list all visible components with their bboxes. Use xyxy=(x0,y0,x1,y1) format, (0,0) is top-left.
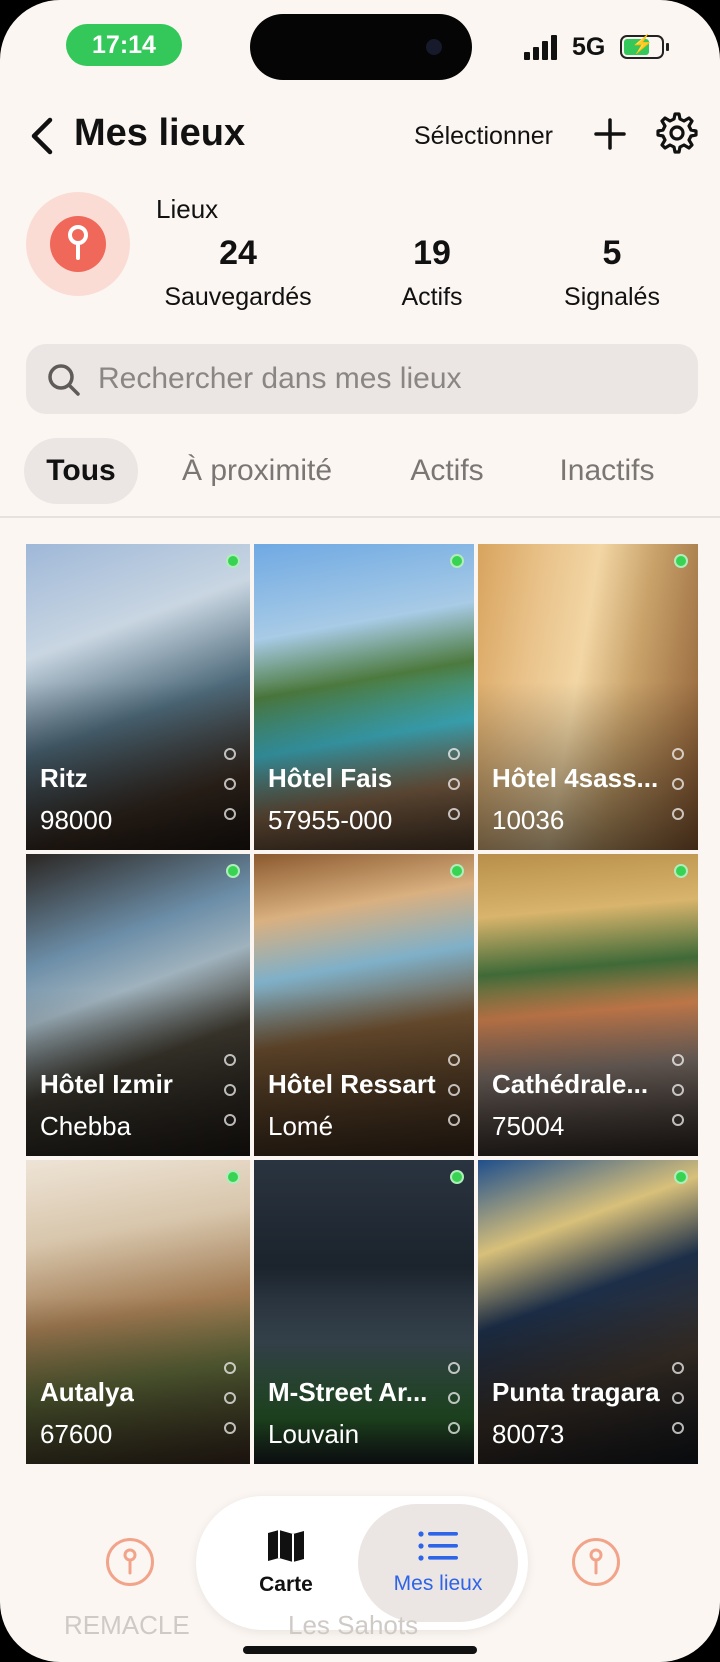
place-subtitle: 57955-000 xyxy=(268,805,393,835)
status-bar: 17:14 5G ⚡ xyxy=(0,0,720,96)
gear-icon[interactable] xyxy=(656,112,698,154)
tab-my-places[interactable]: Mes lieux xyxy=(358,1504,518,1622)
stat-reported-value: 5 xyxy=(602,234,622,272)
tab-map[interactable]: Carte xyxy=(206,1504,366,1622)
stats-label: Lieux xyxy=(156,194,219,224)
place-card[interactable]: Punta tragara 80073 xyxy=(478,1160,698,1464)
status-dot xyxy=(674,1170,688,1184)
bottom-left-label: REMACLE xyxy=(64,1610,190,1640)
stat-reported-label: Signalés xyxy=(564,283,660,311)
status-dot xyxy=(450,1170,464,1184)
tab-all[interactable]: Tous xyxy=(24,438,138,504)
status-dot xyxy=(674,864,688,878)
place-card[interactable]: Hôtel Fais 57955-000 xyxy=(254,544,474,850)
card-actions xyxy=(224,1054,240,1126)
card-actions xyxy=(672,1362,688,1434)
tab-active[interactable]: Actifs xyxy=(394,438,500,504)
status-dot xyxy=(450,554,464,568)
status-time: 17:14 xyxy=(66,24,182,66)
bottom-center-label: Les Sahots xyxy=(288,1610,419,1640)
status-dot xyxy=(450,864,464,878)
tab-my-places-label: Mes lieux xyxy=(393,1572,483,1595)
status-dot xyxy=(226,864,240,878)
tab-left[interactable] xyxy=(106,1538,154,1586)
place-name: Punta tragara xyxy=(492,1377,660,1407)
chevron-left-icon[interactable] xyxy=(22,114,62,158)
place-name: Cathédrale... xyxy=(492,1069,649,1099)
place-card[interactable]: Hôtel Ressart Lomé xyxy=(254,854,474,1156)
list-icon xyxy=(418,1531,458,1561)
network-type: 5G xyxy=(572,33,606,61)
tab-nearby[interactable]: À proximité xyxy=(168,438,346,504)
card-actions xyxy=(672,1054,688,1126)
place-card[interactable]: Cathédrale... 75004 xyxy=(478,854,698,1156)
place-name: Hôtel Ressart xyxy=(268,1069,436,1099)
search-bar[interactable] xyxy=(26,344,698,414)
tab-inactive[interactable]: Inactifs xyxy=(546,438,668,504)
place-name: Hôtel 4sass... xyxy=(492,763,659,793)
phone-screen: 17:14 5G ⚡ Mes lieux Sélectionner Lieux … xyxy=(0,0,720,1662)
place-card[interactable]: M-Street Ar... Louvain xyxy=(254,1160,474,1464)
stat-active-value: 19 xyxy=(413,234,451,272)
home-indicator[interactable] xyxy=(243,1646,477,1654)
stat-saved-label: Sauvegardés xyxy=(164,283,312,311)
signal-icon xyxy=(524,34,557,60)
bottom-nav: Carte Mes lieux REMACLE Les Sahots xyxy=(0,1470,720,1662)
card-actions xyxy=(448,1054,464,1126)
plus-icon[interactable] xyxy=(590,114,630,154)
places-stats: Lieux 24 Sauvegardés 19 Actifs 5 Signalé… xyxy=(0,188,720,318)
status-dot xyxy=(674,554,688,568)
status-dot xyxy=(226,1170,240,1184)
place-name: Hôtel Fais xyxy=(268,763,393,793)
avatar xyxy=(26,192,130,296)
tab-right[interactable] xyxy=(572,1538,620,1586)
pin-icon xyxy=(589,1548,603,1575)
place-subtitle: Chebba xyxy=(40,1111,132,1141)
card-actions xyxy=(672,748,688,820)
place-name: Hôtel Izmir xyxy=(40,1069,173,1099)
place-card[interactable]: Ritz 98000 xyxy=(26,544,250,850)
tab-map-label: Carte xyxy=(259,1573,313,1596)
places-grid: Ritz 98000 Hôtel Fais 57955-000 Hôtel 4s… xyxy=(26,544,698,1464)
place-card[interactable]: Hôtel Izmir Chebba xyxy=(26,854,250,1156)
place-subtitle: Louvain xyxy=(268,1419,360,1449)
select-button[interactable]: Sélectionner xyxy=(414,122,553,151)
card-actions xyxy=(448,748,464,820)
place-subtitle: 80073 xyxy=(492,1419,565,1449)
stat-saved: 24 Sauvegardés xyxy=(148,234,328,312)
card-actions xyxy=(448,1362,464,1434)
place-card[interactable]: Hôtel 4sass... 10036 xyxy=(478,544,698,850)
pin-icon xyxy=(123,1548,137,1575)
search-input[interactable] xyxy=(98,344,678,414)
pin-icon xyxy=(68,225,88,260)
page-title: Mes lieux xyxy=(74,112,246,154)
stat-active-label: Actifs xyxy=(401,283,463,311)
stat-active: 19 Actifs xyxy=(342,234,522,312)
search-icon xyxy=(48,364,80,396)
stat-reported: 5 Signalés xyxy=(522,234,702,312)
place-subtitle: Lomé xyxy=(268,1111,334,1141)
status-dot xyxy=(226,554,240,568)
place-name: M-Street Ar... xyxy=(268,1377,428,1407)
filter-tabs: Tous À proximité Actifs Inactifs xyxy=(0,438,720,506)
camera-icon xyxy=(426,39,442,55)
place-subtitle: 75004 xyxy=(492,1111,565,1141)
dynamic-island xyxy=(250,14,472,80)
place-card[interactable]: Autalya 67600 xyxy=(26,1160,250,1464)
card-actions xyxy=(224,1362,240,1434)
battery-icon: ⚡ xyxy=(620,34,669,59)
place-subtitle: 10036 xyxy=(492,805,565,835)
stat-saved-value: 24 xyxy=(219,234,257,272)
map-icon xyxy=(268,1530,304,1562)
header: Mes lieux Sélectionner xyxy=(0,100,720,176)
place-name: Autalya xyxy=(40,1377,134,1407)
card-actions xyxy=(224,748,240,820)
place-name: Ritz xyxy=(40,763,88,793)
place-subtitle: 98000 xyxy=(40,805,113,835)
divider xyxy=(0,516,720,518)
place-subtitle: 67600 xyxy=(40,1419,113,1449)
